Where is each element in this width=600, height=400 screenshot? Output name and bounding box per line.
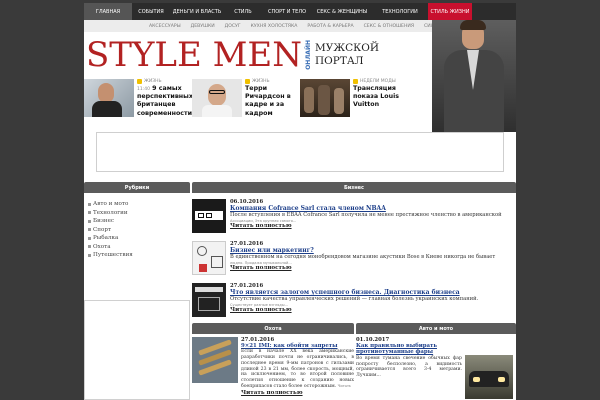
article-excerpt: После вступления в EBAA Cofrance Sarl по… xyxy=(230,212,502,219)
site-logo[interactable]: STYLE MEN ОНЛАЙН МУЖСКОЙ ПОРТАЛ xyxy=(86,32,379,78)
article-thumb[interactable] xyxy=(465,355,513,399)
article-excerpt: Во время тумана свечение обычных фар поп… xyxy=(356,355,462,379)
featured-title[interactable]: 11:40 9 самых перспективных британцев со… xyxy=(137,85,193,118)
article-thumb[interactable] xyxy=(192,337,238,383)
subnav-girls[interactable]: ДЕВУШКИ xyxy=(191,24,215,29)
auto-title: Авто и мото xyxy=(356,323,516,334)
article-item: 06.10.2016 Компания Cofrance Sarl стала … xyxy=(192,199,516,235)
category-icon xyxy=(353,79,358,84)
article-excerpt: В единственном на сегодня монобрендовом … xyxy=(230,254,496,261)
nav-technology[interactable]: ТЕХНОЛОГИИ xyxy=(372,3,428,20)
nav-home[interactable]: ГЛАВНАЯ xyxy=(84,3,132,20)
featured-category: НЕДЕЛИ МОДЫ xyxy=(360,79,396,84)
article-title[interactable]: Как правильно выбирать противотуманные ф… xyxy=(356,343,462,356)
featured-title[interactable]: Трансляция показа Louis Vuitton xyxy=(353,85,403,110)
hunting-title: Охота xyxy=(192,323,354,334)
article-item: 01.10.2017 Как правильно выбирать против… xyxy=(356,334,516,399)
featured-thumb[interactable] xyxy=(84,79,134,117)
article-excerpt-tail: Читать xyxy=(337,383,351,388)
article-item: 27.01.2016 Бизнес или маркетинг? В единс… xyxy=(192,241,516,277)
nav-sport-body[interactable]: СПОРТ И ТЕЛО xyxy=(262,3,312,20)
subnav-accessories[interactable]: АКСЕССУАРЫ xyxy=(149,24,181,29)
article-thumb[interactable] xyxy=(192,241,226,275)
auto-section: Авто и мото 01.10.2017 Как правильно выб… xyxy=(356,323,516,399)
bullet-icon xyxy=(88,219,91,223)
sidebar: Рубрики Авто и мото Технологии Бизнес Сп… xyxy=(84,182,190,400)
article-item: 27.01.2016 9×21 IMI: как обойти запреты … xyxy=(192,334,354,396)
nav-style[interactable]: СТИЛЬ xyxy=(224,3,262,20)
article-excerpt: Если в начале ХХ века американские разра… xyxy=(241,349,354,389)
logo-sub-line2: ПОРТАЛ xyxy=(315,55,364,67)
subnav-relations[interactable]: СЕКС & ОТНОШЕНИЯ xyxy=(364,24,414,29)
subnav-leisure[interactable]: ДОСУГ xyxy=(225,24,241,29)
sidebar-title: Рубрики xyxy=(84,182,190,193)
nav-events[interactable]: СОБЫТИЯ xyxy=(132,3,170,20)
article-item: 27.01.2016 Что является залогом успешног… xyxy=(192,283,516,319)
business-title: Бизнес xyxy=(192,182,516,193)
read-more-link[interactable]: Читать полностью xyxy=(230,265,516,271)
logo-sub-line1: МУЖСКОЙ xyxy=(315,41,380,54)
category-icon xyxy=(245,79,250,84)
subnav-career[interactable]: РАБОТА & КАРЬЕРА xyxy=(307,24,353,29)
main-navigation: ГЛАВНАЯ СОБЫТИЯ ДЕНЬГИ И ВЛАСТЬ СТИЛЬ СП… xyxy=(84,3,516,20)
logo-subtitle: МУЖСКОЙ ПОРТАЛ xyxy=(315,42,379,68)
category-icon xyxy=(137,79,142,84)
featured-title[interactable]: Терри Ричардсон в кадре и за кадром xyxy=(245,85,295,118)
featured-category: ЖИЗНЬ xyxy=(144,79,162,84)
sidebar-widget xyxy=(84,300,190,400)
rubric-list: Авто и мото Технологии Бизнес Спорт Рыба… xyxy=(84,193,190,260)
featured-item[interactable]: НЕДЕЛИ МОДЫ Трансляция показа Louis Vuit… xyxy=(300,79,403,117)
featured-thumb[interactable] xyxy=(300,79,350,117)
rubric-item-fishing[interactable]: Рыбалка xyxy=(88,234,190,243)
article-thumb[interactable] xyxy=(192,199,226,233)
bullet-icon xyxy=(88,236,91,240)
logo-online: ОНЛАЙН xyxy=(305,40,313,70)
hunting-section: Охота 27.01.2016 9×21 IMI: как обойти за… xyxy=(192,323,354,396)
bullet-icon xyxy=(88,211,91,215)
rubric-item-travel[interactable]: Путешествия xyxy=(88,251,190,260)
header-model-image xyxy=(432,20,516,132)
nav-sex-women[interactable]: СЕКС & ЖЕНЩИНЫ xyxy=(312,3,372,20)
rubric-item-auto[interactable]: Авто и мото xyxy=(88,200,190,209)
rubric-item-tech[interactable]: Технологии xyxy=(88,209,190,218)
ad-banner[interactable] xyxy=(96,132,504,172)
read-more-link[interactable]: Читать полностью xyxy=(230,223,516,229)
nav-lifestyle[interactable]: СТИЛЬ ЖИЗНИ xyxy=(428,3,472,20)
page: ГЛАВНАЯ СОБЫТИЯ ДЕНЬГИ И ВЛАСТЬ СТИЛЬ СП… xyxy=(84,3,516,400)
bullet-icon xyxy=(88,202,91,206)
business-section: Бизнес 06.10.2016 Компания Cofrance Sarl… xyxy=(192,182,516,319)
nav-money-power[interactable]: ДЕНЬГИ И ВЛАСТЬ xyxy=(170,3,224,20)
read-more-link[interactable]: Читать полностью xyxy=(230,307,516,313)
featured-category: ЖИЗНЬ xyxy=(252,79,270,84)
bullet-icon xyxy=(88,253,91,257)
subnav-kitchen[interactable]: КУХНЯ ХОЛОСТЯКА xyxy=(251,24,298,29)
read-more-link[interactable]: Читать полностью xyxy=(241,390,354,396)
article-excerpt: Отсутствие качества управленческих решен… xyxy=(230,296,479,303)
featured-time: 11:40 xyxy=(137,87,150,92)
rubric-item-business[interactable]: Бизнес xyxy=(88,217,190,226)
article-thumb[interactable] xyxy=(192,283,226,317)
rubric-item-sport[interactable]: Спорт xyxy=(88,226,190,235)
logo-title: STYLE MEN xyxy=(86,35,303,75)
featured-thumb[interactable] xyxy=(192,79,242,117)
rubric-item-hunting[interactable]: Охота xyxy=(88,243,190,252)
bullet-icon xyxy=(88,228,91,232)
article-title[interactable]: Компания Cofrance Sarl стала членом NBAA xyxy=(230,205,516,212)
bullet-icon xyxy=(88,245,91,249)
featured-item[interactable]: ЖИЗНЬ Терри Ричардсон в кадре и за кадро… xyxy=(192,79,295,117)
featured-item[interactable]: ЖИЗНЬ 11:40 9 самых перспективных британ… xyxy=(84,79,193,118)
